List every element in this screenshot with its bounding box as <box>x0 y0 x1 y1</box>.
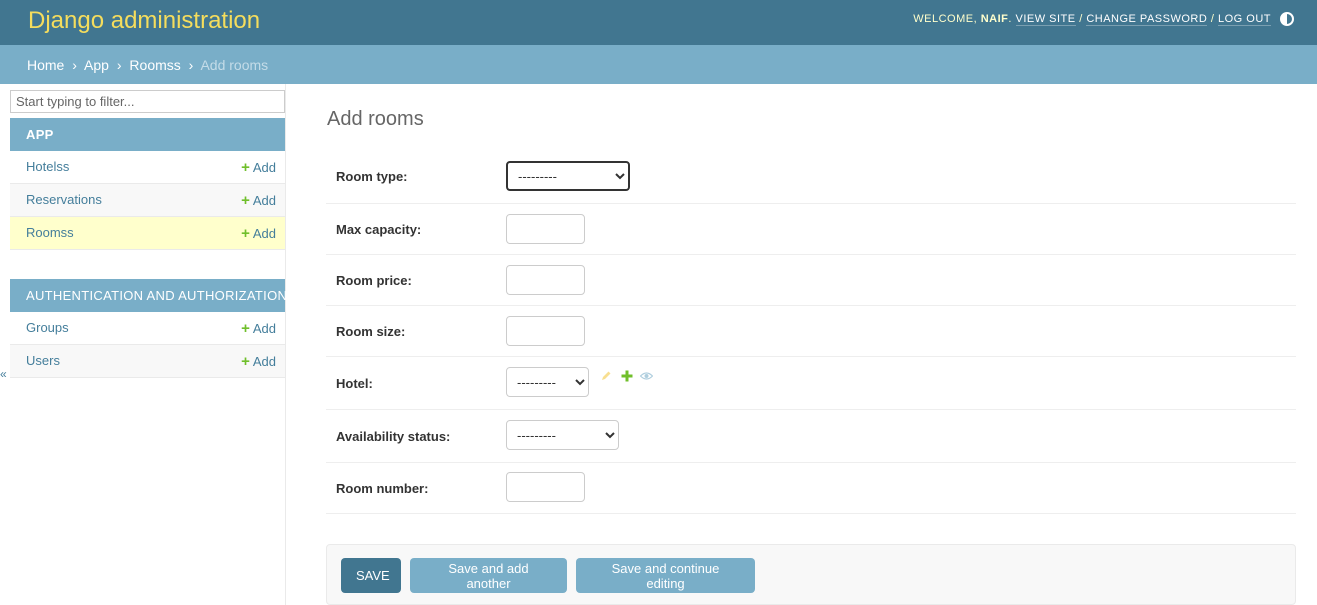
room-size-label: Room size: <box>336 324 406 339</box>
max-capacity-label: Max capacity: <box>336 222 422 237</box>
availability-status-label: Availability status: <box>336 429 451 444</box>
module-caption-auth[interactable]: Authentication and Authorization <box>10 279 287 312</box>
breadcrumb: Home › App › Roomss › Add rooms <box>0 45 1317 84</box>
add-users-link[interactable]: + Add <box>241 353 276 370</box>
add-label: Add <box>252 160 276 175</box>
sidebar-item-label[interactable]: Reservations <box>26 192 102 207</box>
room-price-label: Room price: <box>336 273 412 288</box>
theme-toggle-icon[interactable] <box>1280 12 1294 26</box>
add-label: Add <box>252 321 276 336</box>
save-button[interactable]: SAVE <box>341 558 401 593</box>
module-caption-app[interactable]: App <box>10 118 285 151</box>
add-reservations-link[interactable]: + Add <box>241 192 276 209</box>
breadcrumb-home[interactable]: Home <box>27 57 64 73</box>
plus-icon: + <box>241 225 250 242</box>
view-related-hotel-link[interactable] <box>639 370 654 385</box>
breadcrumb-app[interactable]: App <box>84 57 109 73</box>
hotel-select[interactable]: --------- <box>506 367 589 397</box>
sidebar-item-label[interactable]: Groups <box>26 320 69 335</box>
log-out-link[interactable]: Log out <box>1217 13 1271 26</box>
add-label: Add <box>252 226 276 241</box>
breadcrumb-separator: › <box>72 57 77 73</box>
welcome-text: Welcome, <box>913 13 978 25</box>
page-title: Add rooms <box>327 108 424 130</box>
add-groups-link[interactable]: + Add <box>241 320 276 337</box>
module-app: App Hotelss + Add Reservations + Add Rooms… <box>10 118 285 250</box>
header: Django administration Welcome, NAIF. Vie… <box>0 0 1317 45</box>
availability-status-select[interactable]: --------- <box>506 420 619 450</box>
room-number-input[interactable] <box>506 472 585 502</box>
breadcrumb-current: Add rooms <box>200 57 269 73</box>
user-tools: Welcome, NAIF. View site / Change passwo… <box>913 13 1271 26</box>
sidebar-item-label[interactable]: Roomss <box>26 225 74 240</box>
form-row-availability-status: Availability status: --------- <box>326 410 1296 463</box>
hotel-label: Hotel: <box>336 376 373 391</box>
module-auth: Authentication and Authorization Groups … <box>10 279 287 378</box>
save-and-add-another-button[interactable]: Save and add another <box>410 558 567 593</box>
sidebar-item-reservations[interactable]: Reservations + Add <box>10 184 285 217</box>
room-type-select[interactable]: --------- <box>506 161 630 191</box>
sidebar-item-hotelss[interactable]: Hotelss + Add <box>10 151 285 184</box>
change-password-link[interactable]: Change password <box>1086 13 1208 26</box>
room-number-label: Room number: <box>336 481 429 496</box>
form-row-room-type: Room type: --------- <box>326 150 1296 204</box>
save-and-continue-editing-button[interactable]: Save and continue editing <box>576 558 755 593</box>
breadcrumb-separator: › <box>188 57 194 73</box>
view-site-link[interactable]: View site <box>1015 13 1076 26</box>
change-related-hotel-link[interactable] <box>600 370 612 385</box>
sidebar-item-groups[interactable]: Groups + Add <box>10 312 285 345</box>
form-row-max-capacity: Max capacity: <box>326 204 1296 255</box>
room-size-input[interactable] <box>506 316 585 346</box>
breadcrumb-model[interactable]: Roomss <box>129 57 180 73</box>
plus-icon: + <box>241 192 250 209</box>
breadcrumb-separator: › <box>116 57 122 73</box>
room-price-input[interactable] <box>506 265 585 295</box>
add-hotelss-link[interactable]: + Add <box>241 159 276 176</box>
sidebar-item-label[interactable]: Hotelss <box>26 159 69 174</box>
nav-sidebar: App Hotelss +Add Reservations +Add Rooms… <box>0 84 287 605</box>
toggle-nav-sidebar-button[interactable]: « <box>0 367 7 381</box>
nav-filter-input[interactable] <box>10 90 285 113</box>
add-label: Add <box>252 193 276 208</box>
plus-icon <box>621 370 633 382</box>
max-capacity-input[interactable] <box>506 214 585 244</box>
separator: / <box>1210 13 1215 25</box>
site-branding[interactable]: Django administration <box>28 7 260 35</box>
add-roomss-link[interactable]: + Add <box>241 225 276 242</box>
form-row-room-size: Room size: <box>326 306 1296 357</box>
sidebar-item-users[interactable]: Users + Add <box>10 345 285 378</box>
add-related-hotel-link[interactable] <box>621 370 633 385</box>
add-label: Add <box>252 354 276 369</box>
eye-icon <box>639 372 654 380</box>
plus-icon: + <box>241 159 250 176</box>
plus-icon: + <box>241 320 250 337</box>
username: NAIF <box>980 13 1009 25</box>
room-type-label: Room type: <box>336 169 408 184</box>
pencil-icon <box>602 371 611 380</box>
submit-row: SAVE Save and add another Save and conti… <box>326 544 1296 605</box>
sidebar-item-label[interactable]: Users <box>26 353 60 368</box>
form-row-hotel: Hotel: --------- <box>326 357 1296 410</box>
sidebar-item-roomss[interactable]: Roomss + Add <box>10 217 285 250</box>
period: . <box>1008 13 1012 25</box>
plus-icon: + <box>241 353 250 370</box>
form-row-room-number: Room number: <box>326 463 1296 514</box>
separator: / <box>1079 13 1083 25</box>
form-row-room-price: Room price: <box>326 255 1296 306</box>
